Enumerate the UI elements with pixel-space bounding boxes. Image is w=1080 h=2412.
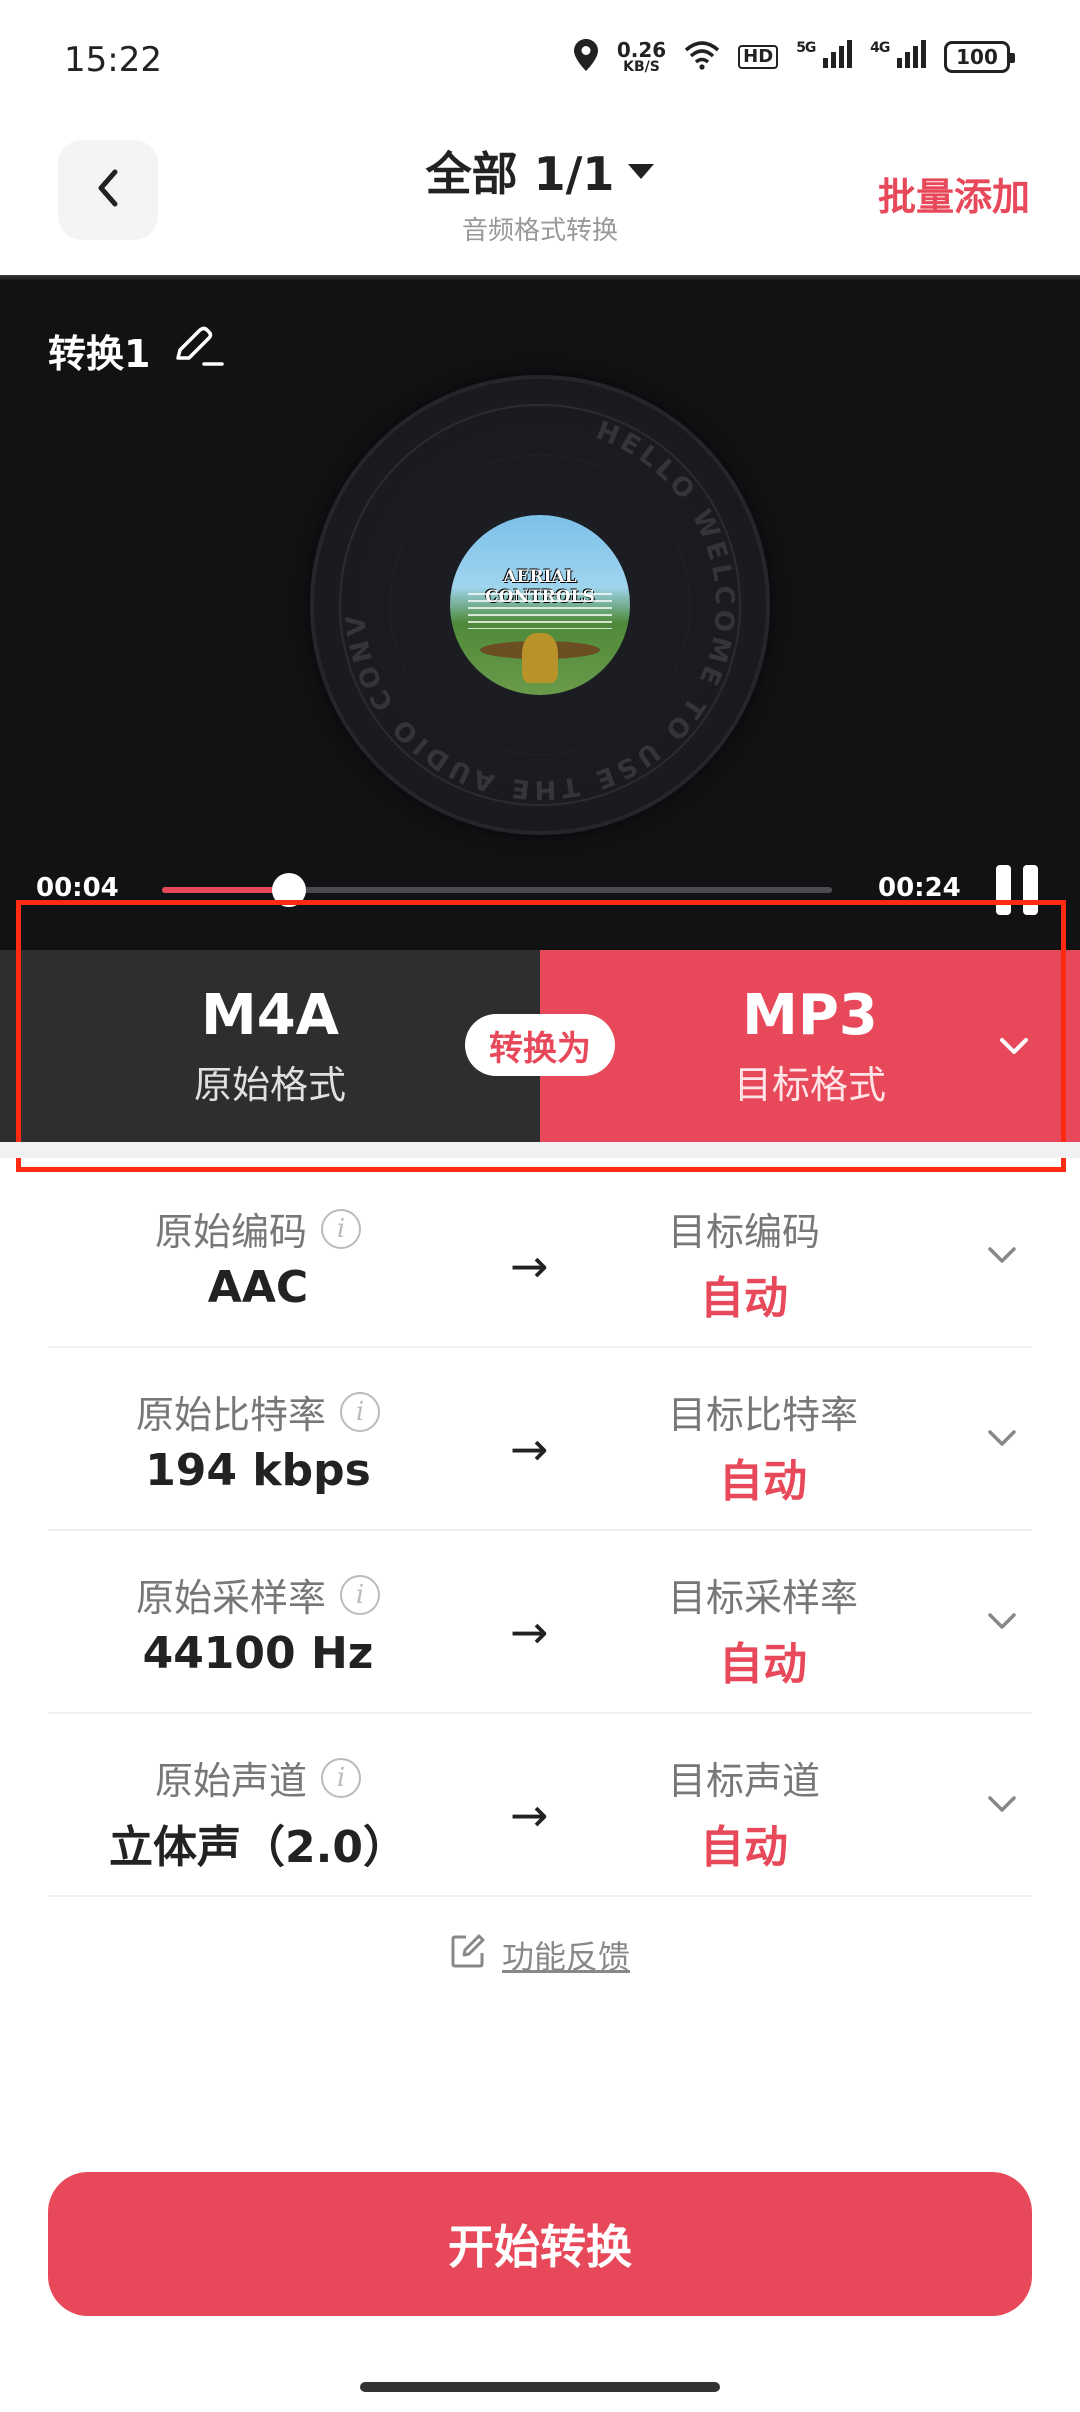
info-icon[interactable]: i bbox=[340, 1574, 380, 1615]
source-channels-value: 立体声（2.0） bbox=[109, 1822, 407, 1873]
feedback-link[interactable]: 功能反馈 bbox=[0, 1932, 1080, 1978]
arrow-right-icon: → bbox=[510, 1422, 549, 1476]
info-icon[interactable]: i bbox=[321, 1208, 361, 1249]
cover-text-lines bbox=[468, 593, 612, 629]
arrow-right-icon: → bbox=[510, 1605, 549, 1659]
info-icon[interactable]: i bbox=[340, 1391, 380, 1432]
signal-5g-icon: 5G bbox=[796, 40, 853, 74]
feedback-label: 功能反馈 bbox=[501, 1938, 630, 1976]
start-conversion-button[interactable]: 开始转换 bbox=[48, 2172, 1032, 2316]
player-top-shade bbox=[0, 275, 1080, 281]
target-channels-label: 目标声道 bbox=[668, 1759, 821, 1803]
signal-4g-label: 4G bbox=[870, 40, 890, 56]
param-row-channels[interactable]: 原始声道 i 立体声（2.0） → 目标声道 自动 bbox=[48, 1714, 1032, 1897]
cover-bird bbox=[522, 633, 558, 683]
status-bar: 15:22 0.26 KB/S HD 5G 4G 100 bbox=[0, 0, 1080, 120]
home-indicator[interactable] bbox=[360, 2382, 720, 2392]
source-codec-label: 原始编码 bbox=[154, 1210, 307, 1254]
seek-bar[interactable] bbox=[162, 873, 832, 907]
section-divider bbox=[0, 1142, 1080, 1158]
target-codec-label: 目标编码 bbox=[668, 1210, 821, 1254]
target-samplerate-value: 自动 bbox=[719, 1639, 807, 1690]
target-codec-value: 自动 bbox=[700, 1273, 788, 1324]
chevron-down-icon[interactable] bbox=[984, 1237, 1020, 1273]
target-samplerate-label: 目标采样率 bbox=[668, 1576, 859, 1620]
target-format: MP3 bbox=[742, 982, 878, 1048]
total-time: 00:24 bbox=[878, 873, 961, 903]
convert-to-badge: 转换为 bbox=[465, 1014, 615, 1076]
status-icons: 0.26 KB/S HD 5G 4G 100 bbox=[573, 38, 1015, 76]
parameter-list: 原始编码 i AAC → 目标编码 自动 原始比特率 i 194 kbps → … bbox=[0, 1165, 1080, 1897]
audio-player: 转换1 HELLO WELCOME TO USE THE AUDIO CONVE… bbox=[0, 275, 1080, 950]
vinyl-disc: HELLO WELCOME TO USE THE AUDIO CONVERTER… bbox=[310, 375, 770, 835]
format-selector: M4A 原始格式 MP3 目标格式 转换为 bbox=[0, 950, 1080, 1142]
target-channels-value: 自动 bbox=[700, 1822, 788, 1873]
pause-icon-bar bbox=[996, 865, 1011, 915]
param-row-bitrate[interactable]: 原始比特率 i 194 kbps → 目标比特率 自动 bbox=[48, 1348, 1032, 1531]
target-format-label: 目标格式 bbox=[733, 1062, 886, 1107]
arrow-right-icon: → bbox=[510, 1788, 549, 1842]
album-cover: AERIAL CONTROLS bbox=[450, 515, 630, 695]
seek-knob[interactable] bbox=[272, 873, 307, 907]
target-bitrate-value: 自动 bbox=[719, 1456, 807, 1507]
chevron-down-icon[interactable] bbox=[984, 1420, 1020, 1456]
info-icon[interactable]: i bbox=[321, 1757, 361, 1798]
signal-4g-icon: 4G bbox=[870, 40, 926, 74]
current-time: 00:04 bbox=[36, 873, 119, 903]
signal-5g-label: 5G bbox=[796, 40, 816, 56]
pause-button[interactable] bbox=[996, 865, 1042, 915]
status-time: 15:22 bbox=[64, 40, 162, 80]
source-format-panel: M4A 原始格式 bbox=[0, 950, 540, 1142]
battery-icon: 100 bbox=[944, 41, 1015, 73]
net-speed-unit: KB/S bbox=[623, 59, 660, 75]
edit-note-icon bbox=[450, 1933, 486, 1977]
target-format-panel[interactable]: MP3 目标格式 bbox=[540, 950, 1080, 1142]
location-icon bbox=[573, 38, 599, 76]
caret-down-icon bbox=[628, 163, 655, 179]
page-title: 全部 1/1 bbox=[425, 147, 615, 201]
wifi-icon bbox=[684, 40, 720, 74]
hd-icon: HD bbox=[738, 45, 779, 69]
arrow-right-icon: → bbox=[510, 1239, 549, 1293]
seek-bar-fill bbox=[162, 887, 290, 893]
batch-add-button[interactable]: 批量添加 bbox=[878, 166, 1030, 221]
target-bitrate-label: 目标比特率 bbox=[668, 1393, 859, 1437]
net-speed: 0.26 KB/S bbox=[617, 40, 666, 74]
param-row-codec[interactable]: 原始编码 i AAC → 目标编码 自动 bbox=[48, 1165, 1032, 1348]
chevron-down-icon[interactable] bbox=[984, 1786, 1020, 1822]
source-bitrate-value: 194 kbps bbox=[145, 1445, 371, 1496]
source-bitrate-label: 原始比特率 bbox=[135, 1393, 326, 1437]
param-row-samplerate[interactable]: 原始采样率 i 44100 Hz → 目标采样率 自动 bbox=[48, 1531, 1032, 1714]
source-format-label: 原始格式 bbox=[193, 1062, 346, 1107]
pause-icon-bar bbox=[1023, 865, 1038, 915]
source-samplerate-value: 44100 Hz bbox=[142, 1628, 374, 1679]
conversion-name-label: 转换1 bbox=[48, 332, 151, 376]
conversion-name: 转换1 bbox=[48, 323, 225, 378]
source-format: M4A bbox=[200, 982, 340, 1048]
source-codec-value: AAC bbox=[207, 1262, 309, 1313]
source-channels-label: 原始声道 bbox=[154, 1759, 307, 1803]
source-samplerate-label: 原始采样率 bbox=[135, 1576, 326, 1620]
chevron-down-icon[interactable] bbox=[996, 1028, 1032, 1064]
net-speed-value: 0.26 bbox=[616, 38, 667, 62]
edit-icon[interactable] bbox=[172, 324, 225, 377]
chevron-down-icon[interactable] bbox=[984, 1603, 1020, 1639]
app-header: 全部 1/1 音频格式转换 批量添加 bbox=[0, 120, 1080, 275]
